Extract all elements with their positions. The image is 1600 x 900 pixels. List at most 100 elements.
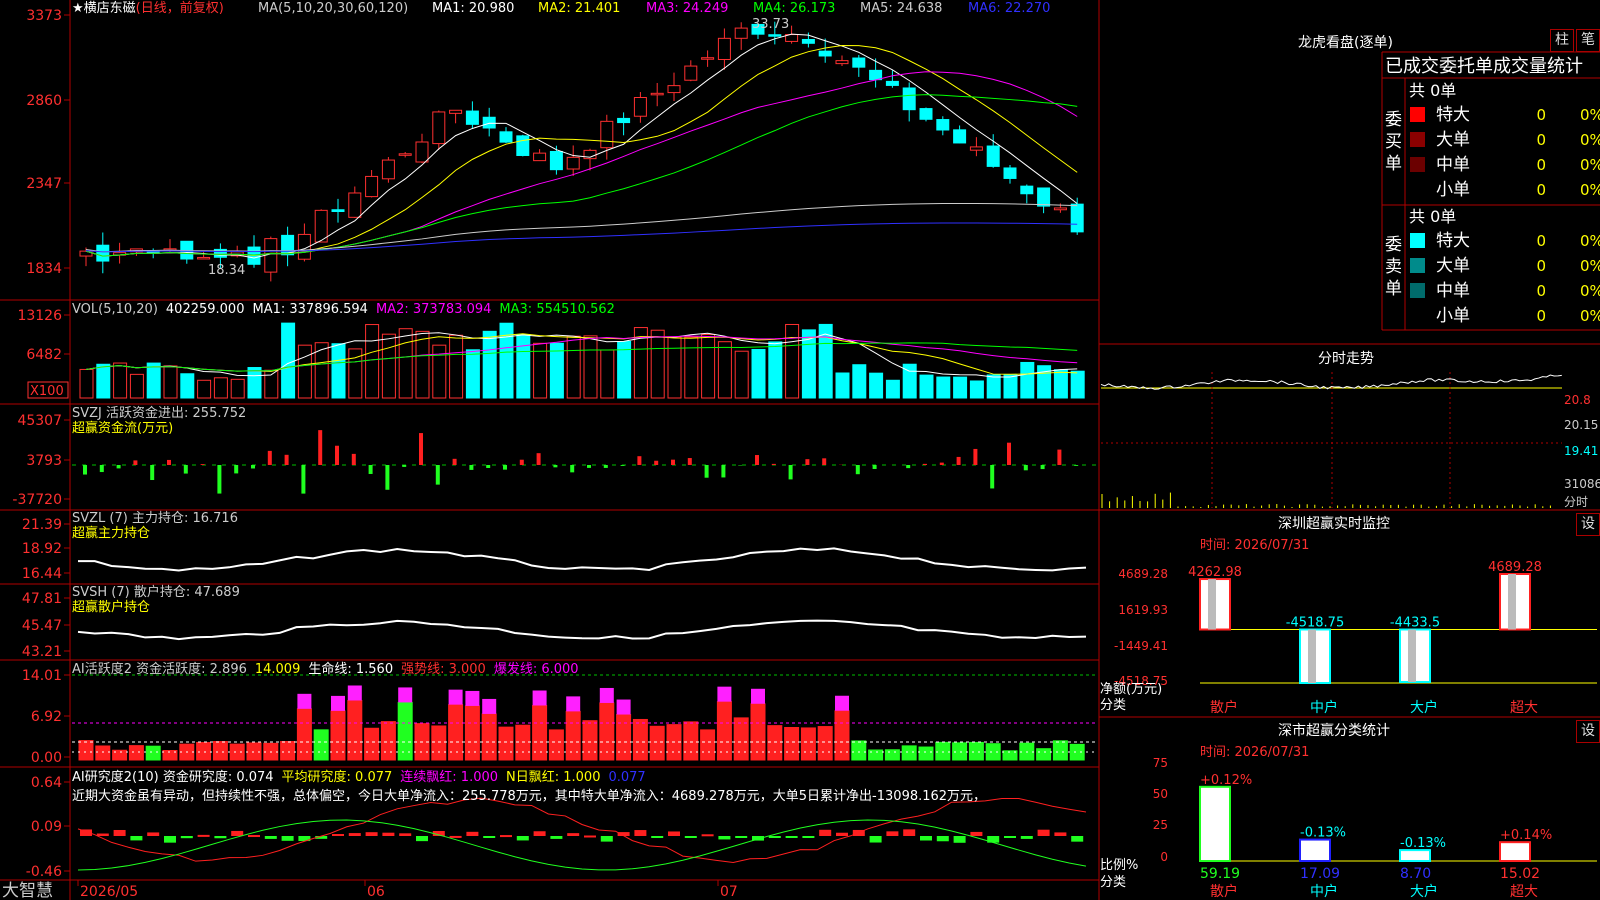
lhb-row-label: 小单 bbox=[1436, 306, 1470, 326]
research-bar bbox=[1071, 836, 1084, 842]
volume-bar bbox=[381, 333, 396, 399]
volume-bar bbox=[1053, 369, 1068, 399]
svzj-bar bbox=[536, 453, 541, 465]
svzj-bar bbox=[133, 460, 138, 465]
svzj-bar bbox=[1023, 465, 1028, 471]
lhb-header: 已成交委托单成交量统计 bbox=[1385, 56, 1583, 77]
lhb-row-pct: 0% bbox=[1580, 282, 1600, 300]
monitor-axis-label: 1619.93 bbox=[1118, 603, 1168, 617]
ai-bar-top bbox=[566, 696, 581, 712]
volume-bar bbox=[600, 349, 615, 399]
svzj-bar bbox=[990, 465, 995, 489]
volume-bar bbox=[785, 323, 800, 399]
ai-bar bbox=[330, 710, 346, 761]
price-low-mark: 18.34 bbox=[208, 263, 245, 278]
candle-body bbox=[667, 85, 681, 94]
volume-bar bbox=[852, 364, 867, 399]
svzj-bar bbox=[183, 465, 188, 474]
volume-bar bbox=[701, 333, 716, 399]
stock-name: 横店东磁 bbox=[84, 1, 136, 16]
candle-body bbox=[768, 34, 782, 37]
ma-line bbox=[85, 44, 1078, 257]
research-legend-5: 0.077 bbox=[608, 770, 645, 785]
ai-bar bbox=[599, 702, 615, 761]
sell-side-label: 委卖单 bbox=[1385, 235, 1402, 299]
price-high-mark: 33.73 bbox=[752, 17, 789, 32]
monitor-bar-shade bbox=[1308, 629, 1316, 683]
classify-cat-label: 散户 bbox=[1210, 883, 1238, 900]
lhb-color-swatch bbox=[1410, 233, 1425, 248]
ai-bar bbox=[397, 701, 413, 761]
research-axis-label: 0.09 bbox=[31, 819, 62, 835]
volume-bar bbox=[163, 365, 178, 399]
classify-bar-top-label: -0.13% bbox=[1300, 826, 1346, 841]
ai-legend: AI活跃度2 资金活跃度: 2.896 14.009 生命线: 1.560 强势线: … bbox=[72, 661, 579, 677]
ma6-value: MA6: 22.270 bbox=[968, 1, 1050, 16]
svzj-axis-label: 3793 bbox=[26, 453, 62, 469]
ma4-value: MA4: 26.173 bbox=[753, 1, 835, 16]
ai-bar bbox=[817, 726, 833, 761]
date-label: 2026/05 bbox=[80, 884, 138, 900]
research-bar bbox=[718, 836, 731, 840]
bar-mode-button[interactable]: 柱 bbox=[1550, 29, 1574, 52]
monitor-time: 时间: 2026/07/31 bbox=[1200, 538, 1309, 553]
intraday-vol-label: 分时 bbox=[1564, 495, 1588, 509]
monitor-bar bbox=[1199, 578, 1231, 631]
volume-bar bbox=[919, 374, 934, 399]
research-bar bbox=[416, 836, 428, 842]
candle-body bbox=[1037, 187, 1051, 207]
candle-body bbox=[499, 131, 513, 143]
ai-bar bbox=[884, 749, 900, 761]
classify-cat-label: 超大 bbox=[1510, 884, 1538, 900]
monitor-bar bbox=[1399, 628, 1431, 683]
ma-line bbox=[85, 202, 1078, 253]
ai-axis-label: 14.01 bbox=[22, 668, 62, 684]
classify-settings-button[interactable]: 设 bbox=[1576, 720, 1600, 743]
lhb-color-swatch bbox=[1410, 258, 1425, 273]
sell-side-char: 单 bbox=[1385, 279, 1402, 299]
volume-bar bbox=[768, 341, 783, 399]
research-bar bbox=[903, 829, 916, 836]
volume-bar bbox=[197, 379, 212, 399]
research-legend-1: AI研究度2(10) 资金研究度: 0.074 bbox=[72, 769, 274, 785]
ai-bar bbox=[632, 718, 648, 761]
vol-ma2: MA2: 373783.094 bbox=[376, 302, 491, 317]
ma3-value: MA3: 24.249 bbox=[646, 1, 728, 16]
svzj-axis-label: 45307 bbox=[17, 413, 62, 429]
lhb-row-count: 0 bbox=[1536, 156, 1546, 174]
tick-mode-button[interactable]: 笔 bbox=[1576, 29, 1600, 52]
volume-bar bbox=[835, 372, 850, 399]
classify-bar-chart: +0.12% 59.19散户 -0.13% 17.09中户 -0.13% 8.70大户 +0… bbox=[1199, 773, 1597, 900]
svzj-bar bbox=[973, 448, 978, 465]
date-axis: 2026/05 06 07 bbox=[80, 884, 738, 900]
svzj-bar bbox=[335, 445, 339, 465]
ma5-value: MA5: 24.638 bbox=[860, 1, 942, 16]
svzj-bar bbox=[452, 458, 457, 465]
ma2-value: MA2: 21.401 bbox=[538, 1, 620, 16]
ai-bar bbox=[431, 725, 447, 761]
ai-bar bbox=[700, 729, 716, 761]
svzj-bar bbox=[939, 462, 944, 465]
svzj-bar bbox=[83, 465, 87, 475]
monitor-settings-button[interactable]: 设 bbox=[1576, 513, 1600, 536]
buy-side-label: 委买单 bbox=[1385, 110, 1402, 174]
chart-canvas[interactable]: 4262.98 散户 -4518.75 中户 -4433.5 大户 4689.28 超大 +0… bbox=[0, 0, 1600, 900]
candle-body bbox=[432, 111, 446, 145]
ai-bar-top bbox=[297, 693, 312, 709]
frame-lines bbox=[0, 0, 1600, 900]
vol-label: VOL(5,10,20) bbox=[72, 302, 158, 317]
ai-bar-top bbox=[599, 687, 614, 703]
candle-body bbox=[1070, 203, 1084, 233]
lhb-row-label: 大单 bbox=[1436, 130, 1470, 150]
lhb-color-swatch bbox=[1410, 107, 1425, 122]
volume-bar bbox=[869, 372, 884, 399]
classify-bar bbox=[1499, 841, 1531, 862]
svzj-bar bbox=[99, 465, 104, 473]
ai-bar bbox=[1069, 743, 1085, 761]
ai-bar bbox=[767, 725, 783, 761]
volume-bar bbox=[96, 363, 111, 399]
svzj-axis-label: -37720 bbox=[12, 492, 62, 508]
svzj-bar bbox=[603, 465, 608, 468]
ai-bar bbox=[834, 710, 850, 761]
svzj-bar bbox=[435, 465, 440, 485]
